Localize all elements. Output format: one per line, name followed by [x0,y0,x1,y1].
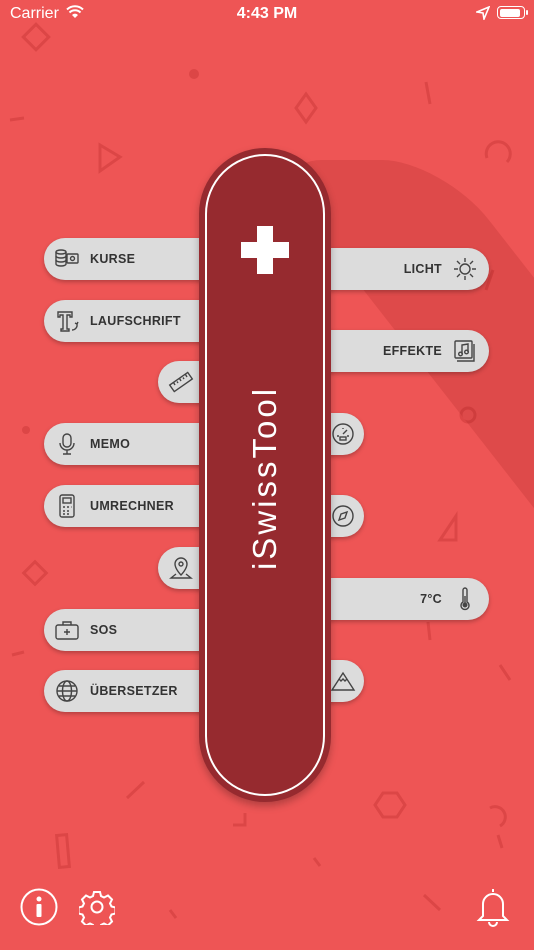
sun-icon [452,256,478,282]
notifications-button[interactable] [475,886,511,928]
tool-sos[interactable]: SOS [44,609,204,651]
microphone-icon [54,431,80,457]
settings-button[interactable] [77,889,117,930]
tool-licht-label: LICHT [403,262,442,276]
speedometer-icon [330,421,356,447]
tool-memo[interactable]: MEMO [44,423,204,465]
tool-umrechner[interactable]: UMRECHNER [44,485,204,527]
status-bar: Carrier 4:43 PM [0,0,534,28]
info-button[interactable] [20,888,58,926]
tool-effekte-label: EFFEKTE [382,344,442,358]
info-icon [20,888,58,926]
tool-ruler[interactable] [158,361,204,403]
first-aid-icon [54,617,80,643]
temperature-value: 7°C [420,592,442,606]
clock: 4:43 PM [236,5,298,22]
tool-laufschrift-label: LAUFSCHRIFT [90,314,181,328]
tool-uebersetzer[interactable]: ÜBERSETZER [44,670,204,712]
coins-icon [54,246,80,272]
tool-licht[interactable]: LICHT [326,248,489,290]
battery-icon [497,6,528,19]
compass-icon [330,503,356,529]
tool-umrechner-label: UMRECHNER [90,499,174,513]
app-logo-text: iSwissTool [246,385,283,571]
tool-uebersetzer-label: ÜBERSETZER [90,684,178,698]
ruler-icon [168,369,194,395]
mountain-icon [330,668,356,694]
tool-temperature[interactable]: 7°C [326,578,489,620]
tool-laufschrift[interactable]: LAUFSCHRIFT [44,300,204,342]
gear-icon [77,891,117,930]
tool-location[interactable] [158,547,204,589]
tool-sos-label: SOS [90,623,118,637]
bell-icon [476,889,510,927]
swiss-cross-logo [241,226,289,274]
calculator-icon [54,493,80,519]
tool-effekte[interactable]: EFFEKTE [326,330,489,372]
music-icon [452,338,478,364]
map-pin-icon [168,555,194,581]
tool-kurse-label: KURSE [90,252,136,266]
thermometer-icon [452,586,478,612]
tool-kurse[interactable]: KURSE [44,238,204,280]
location-arrow-icon [474,5,491,25]
tool-memo-label: MEMO [90,437,131,451]
scrolling-text-icon [54,308,80,334]
globe-icon [54,678,80,704]
